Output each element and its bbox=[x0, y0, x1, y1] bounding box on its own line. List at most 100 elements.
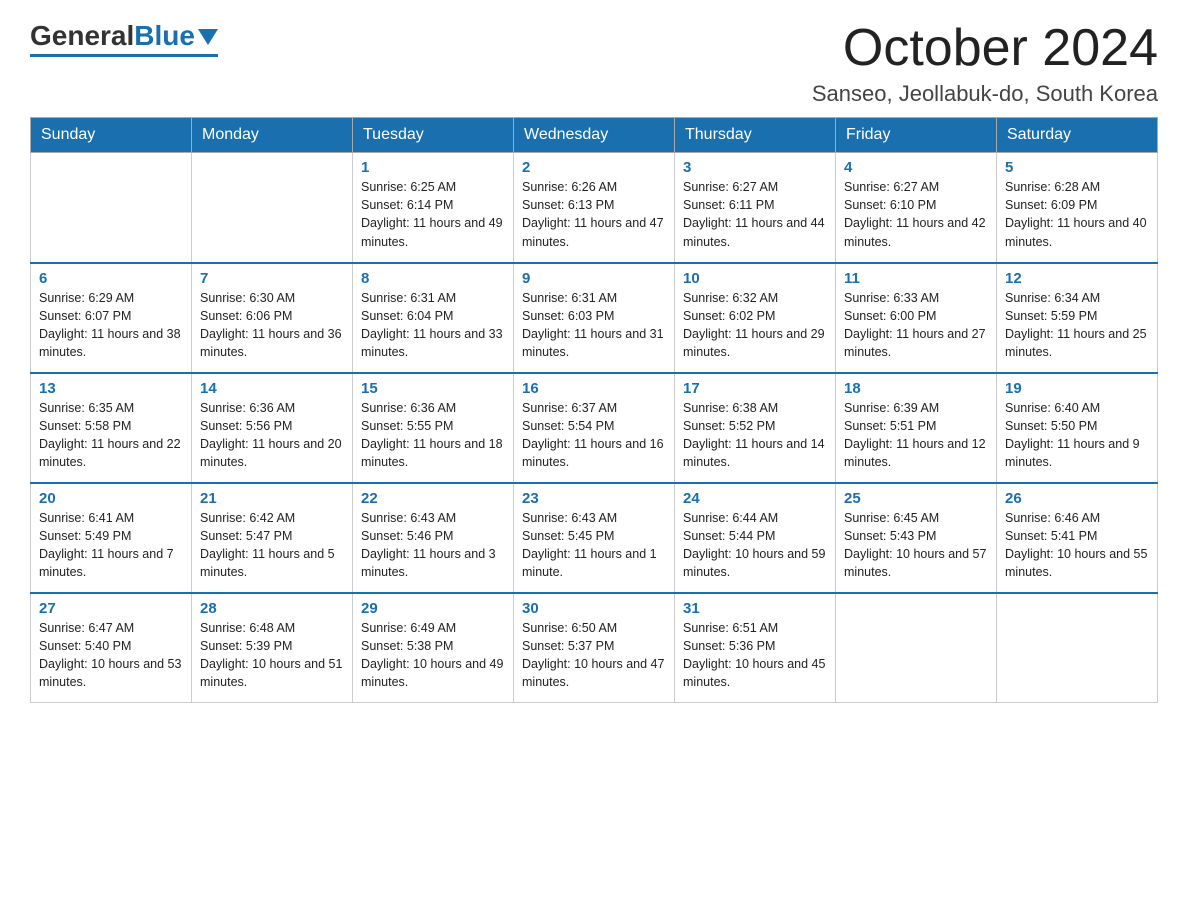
day-info: Sunrise: 6:44 AMSunset: 5:44 PMDaylight:… bbox=[683, 509, 827, 582]
calendar-cell bbox=[836, 593, 997, 703]
weekday-header-row: SundayMondayTuesdayWednesdayThursdayFrid… bbox=[31, 118, 1158, 153]
day-info: Sunrise: 6:42 AMSunset: 5:47 PMDaylight:… bbox=[200, 509, 344, 582]
month-title: October 2024 bbox=[812, 20, 1158, 77]
logo-blue-part: Blue bbox=[134, 20, 218, 52]
day-info: Sunrise: 6:34 AMSunset: 5:59 PMDaylight:… bbox=[1005, 289, 1149, 362]
day-number: 11 bbox=[844, 270, 988, 287]
weekday-header-thursday: Thursday bbox=[675, 118, 836, 153]
day-info: Sunrise: 6:45 AMSunset: 5:43 PMDaylight:… bbox=[844, 509, 988, 582]
day-info: Sunrise: 6:46 AMSunset: 5:41 PMDaylight:… bbox=[1005, 509, 1149, 582]
calendar-cell: 30Sunrise: 6:50 AMSunset: 5:37 PMDayligh… bbox=[514, 593, 675, 703]
day-info: Sunrise: 6:36 AMSunset: 5:55 PMDaylight:… bbox=[361, 399, 505, 472]
day-number: 22 bbox=[361, 490, 505, 507]
day-number: 25 bbox=[844, 490, 988, 507]
day-number: 31 bbox=[683, 600, 827, 617]
calendar-cell: 24 Sunrise: 6:44 AMSunset: 5:44 PMDayligh… bbox=[675, 483, 836, 593]
day-number: 19 bbox=[1005, 380, 1149, 397]
day-info: Sunrise: 6:33 AMSunset: 6:00 PMDaylight:… bbox=[844, 289, 988, 362]
day-info: Sunrise: 6:49 AMSunset: 5:38 PMDaylight:… bbox=[361, 619, 505, 692]
calendar-cell: 11 Sunrise: 6:33 AMSunset: 6:00 PMDayligh… bbox=[836, 263, 997, 373]
calendar-cell: 5 Sunrise: 6:28 AMSunset: 6:09 PMDaylight… bbox=[997, 153, 1158, 263]
title-area: October 2024 Sanseo, Jeollabuk-do, South… bbox=[812, 20, 1158, 107]
day-number: 18 bbox=[844, 380, 988, 397]
weekday-header-monday: Monday bbox=[192, 118, 353, 153]
calendar-cell: 18 Sunrise: 6:39 AMSunset: 5:51 PMDayligh… bbox=[836, 373, 997, 483]
calendar-cell: 19 Sunrise: 6:40 AMSunset: 5:50 PMDayligh… bbox=[997, 373, 1158, 483]
day-number: 9 bbox=[522, 270, 666, 287]
calendar-cell: 4Sunrise: 6:27 AMSunset: 6:10 PMDaylight… bbox=[836, 153, 997, 263]
day-info: Sunrise: 6:28 AMSunset: 6:09 PMDaylight:… bbox=[1005, 178, 1149, 251]
calendar-cell: 20 Sunrise: 6:41 AMSunset: 5:49 PMDayligh… bbox=[31, 483, 192, 593]
day-info: Sunrise: 6:26 AMSunset: 6:13 PMDaylight:… bbox=[522, 178, 666, 251]
calendar-cell: 6 Sunrise: 6:29 AMSunset: 6:07 PMDaylight… bbox=[31, 263, 192, 373]
logo-underline bbox=[30, 54, 218, 57]
week-row-5: 27Sunrise: 6:47 AMSunset: 5:40 PMDayligh… bbox=[31, 593, 1158, 703]
logo: General Blue bbox=[30, 20, 218, 57]
calendar-cell bbox=[997, 593, 1158, 703]
day-info: Sunrise: 6:27 AMSunset: 6:10 PMDaylight:… bbox=[844, 178, 988, 251]
weekday-header-saturday: Saturday bbox=[997, 118, 1158, 153]
logo-triangle-icon bbox=[198, 29, 218, 45]
calendar-cell: 15 Sunrise: 6:36 AMSunset: 5:55 PMDayligh… bbox=[353, 373, 514, 483]
calendar-cell: 27Sunrise: 6:47 AMSunset: 5:40 PMDayligh… bbox=[31, 593, 192, 703]
calendar-cell: 7 Sunrise: 6:30 AMSunset: 6:06 PMDaylight… bbox=[192, 263, 353, 373]
week-row-1: 1 Sunrise: 6:25 AMSunset: 6:14 PMDaylight… bbox=[31, 153, 1158, 263]
weekday-header-sunday: Sunday bbox=[31, 118, 192, 153]
day-number: 1 bbox=[361, 159, 505, 176]
day-info: Sunrise: 6:50 AMSunset: 5:37 PMDaylight:… bbox=[522, 619, 666, 692]
day-info: Sunrise: 6:31 AMSunset: 6:04 PMDaylight:… bbox=[361, 289, 505, 362]
calendar-cell: 13 Sunrise: 6:35 AMSunset: 5:58 PMDayligh… bbox=[31, 373, 192, 483]
day-number: 28 bbox=[200, 600, 344, 617]
calendar-cell: 1 Sunrise: 6:25 AMSunset: 6:14 PMDaylight… bbox=[353, 153, 514, 263]
day-number: 10 bbox=[683, 270, 827, 287]
day-number: 16 bbox=[522, 380, 666, 397]
day-number: 13 bbox=[39, 380, 183, 397]
day-info: Sunrise: 6:29 AMSunset: 6:07 PMDaylight:… bbox=[39, 289, 183, 362]
day-number: 29 bbox=[361, 600, 505, 617]
calendar-table: SundayMondayTuesdayWednesdayThursdayFrid… bbox=[30, 117, 1158, 703]
day-number: 26 bbox=[1005, 490, 1149, 507]
day-info: Sunrise: 6:32 AMSunset: 6:02 PMDaylight:… bbox=[683, 289, 827, 362]
calendar-cell: 31 Sunrise: 6:51 AMSunset: 5:36 PMDayligh… bbox=[675, 593, 836, 703]
day-number: 8 bbox=[361, 270, 505, 287]
calendar-cell: 25 Sunrise: 6:45 AMSunset: 5:43 PMDayligh… bbox=[836, 483, 997, 593]
day-number: 15 bbox=[361, 380, 505, 397]
day-number: 14 bbox=[200, 380, 344, 397]
calendar-cell: 2Sunrise: 6:26 AMSunset: 6:13 PMDaylight… bbox=[514, 153, 675, 263]
day-info: Sunrise: 6:30 AMSunset: 6:06 PMDaylight:… bbox=[200, 289, 344, 362]
calendar-cell: 23Sunrise: 6:43 AMSunset: 5:45 PMDayligh… bbox=[514, 483, 675, 593]
day-number: 24 bbox=[683, 490, 827, 507]
calendar-cell: 17Sunrise: 6:38 AMSunset: 5:52 PMDayligh… bbox=[675, 373, 836, 483]
day-number: 7 bbox=[200, 270, 344, 287]
calendar-cell: 16Sunrise: 6:37 AMSunset: 5:54 PMDayligh… bbox=[514, 373, 675, 483]
weekday-header-wednesday: Wednesday bbox=[514, 118, 675, 153]
calendar-cell: 3Sunrise: 6:27 AMSunset: 6:11 PMDaylight… bbox=[675, 153, 836, 263]
day-number: 21 bbox=[200, 490, 344, 507]
calendar-cell: 10 Sunrise: 6:32 AMSunset: 6:02 PMDayligh… bbox=[675, 263, 836, 373]
calendar-cell: 14 Sunrise: 6:36 AMSunset: 5:56 PMDayligh… bbox=[192, 373, 353, 483]
day-info: Sunrise: 6:43 AMSunset: 5:46 PMDaylight:… bbox=[361, 509, 505, 582]
day-info: Sunrise: 6:36 AMSunset: 5:56 PMDaylight:… bbox=[200, 399, 344, 472]
day-info: Sunrise: 6:31 AMSunset: 6:03 PMDaylight:… bbox=[522, 289, 666, 362]
day-info: Sunrise: 6:25 AMSunset: 6:14 PMDaylight:… bbox=[361, 178, 505, 251]
week-row-3: 13 Sunrise: 6:35 AMSunset: 5:58 PMDayligh… bbox=[31, 373, 1158, 483]
day-info: Sunrise: 6:41 AMSunset: 5:49 PMDaylight:… bbox=[39, 509, 183, 582]
calendar-cell: 28Sunrise: 6:48 AMSunset: 5:39 PMDayligh… bbox=[192, 593, 353, 703]
day-info: Sunrise: 6:35 AMSunset: 5:58 PMDaylight:… bbox=[39, 399, 183, 472]
day-info: Sunrise: 6:43 AMSunset: 5:45 PMDaylight:… bbox=[522, 509, 666, 582]
location-title: Sanseo, Jeollabuk-do, South Korea bbox=[812, 81, 1158, 107]
day-info: Sunrise: 6:51 AMSunset: 5:36 PMDaylight:… bbox=[683, 619, 827, 692]
weekday-header-tuesday: Tuesday bbox=[353, 118, 514, 153]
day-number: 6 bbox=[39, 270, 183, 287]
calendar-cell: 9 Sunrise: 6:31 AMSunset: 6:03 PMDaylight… bbox=[514, 263, 675, 373]
calendar-cell: 29 Sunrise: 6:49 AMSunset: 5:38 PMDayligh… bbox=[353, 593, 514, 703]
logo-general-text: General bbox=[30, 20, 134, 52]
day-number: 5 bbox=[1005, 159, 1149, 176]
day-info: Sunrise: 6:39 AMSunset: 5:51 PMDaylight:… bbox=[844, 399, 988, 472]
calendar-cell: 8 Sunrise: 6:31 AMSunset: 6:04 PMDaylight… bbox=[353, 263, 514, 373]
day-info: Sunrise: 6:47 AMSunset: 5:40 PMDaylight:… bbox=[39, 619, 183, 692]
day-info: Sunrise: 6:40 AMSunset: 5:50 PMDaylight:… bbox=[1005, 399, 1149, 472]
header: General Blue October 2024 Sanseo, Jeolla… bbox=[30, 20, 1158, 107]
day-number: 20 bbox=[39, 490, 183, 507]
day-number: 3 bbox=[683, 159, 827, 176]
